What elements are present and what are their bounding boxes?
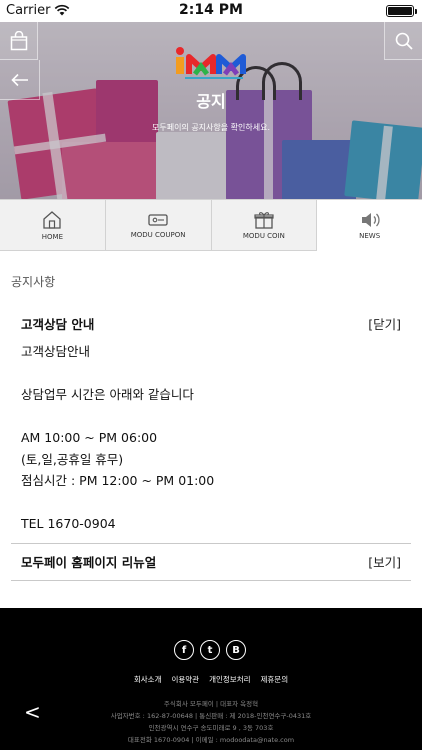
footer-link-partnership[interactable]: 제휴문의 [261, 674, 289, 685]
tab-bar: HOME MODU COUPON MODU COIN NEWS [0, 199, 422, 251]
status-time: 2:14 PM [179, 2, 243, 18]
facebook-icon[interactable]: f [174, 640, 194, 660]
notice-close-button[interactable]: [닫기] [368, 314, 401, 333]
notice-item: 모두페이 홈페이지 리뉴얼 [보기] [11, 544, 411, 581]
page-subtitle: 모두페이의 공지사항을 확인하세요. [151, 123, 271, 132]
company-info: 주식회사 모두페이 | 대표자 옥정혁 사업자번호 : 162-87-00648… [0, 698, 422, 746]
notice-line: 상담업무 시간은 아래와 같습니다 [21, 387, 194, 402]
twitter-icon[interactable]: t [200, 640, 220, 660]
footer: f t B 회사소개 이용약관 개인정보처리 제휴문의 주식회사 모두페이 | … [0, 608, 422, 750]
notice-line [21, 406, 401, 428]
tab-home[interactable]: HOME [0, 199, 106, 251]
tab-label: MODU COUPON [130, 230, 186, 239]
company-info-line: 대표전화 1670-0904 | 이메일 : modoodata@nate.co… [127, 736, 295, 744]
status-bar: Carrier 2:14 PM [0, 0, 422, 22]
top-bar [0, 22, 422, 79]
arrow-left-icon [10, 73, 28, 86]
footer-back-button[interactable]: < [24, 700, 41, 724]
footer-link-about[interactable]: 회사소개 [134, 674, 162, 685]
notice-line [21, 363, 401, 385]
search-icon [395, 32, 413, 50]
speaker-icon [361, 213, 380, 227]
page-title: 공지 [196, 92, 226, 111]
notice-line: (토,일,공휴일 휴무) [21, 451, 124, 467]
brand-logo [176, 47, 246, 79]
notice-header[interactable]: 고객상담 안내 [닫기] [11, 305, 411, 341]
search-button[interactable] [384, 22, 422, 60]
notice-line: 고객상담안내 [21, 344, 91, 359]
tab-label: NEWS [359, 232, 381, 240]
notice-view-button[interactable]: [보기] [368, 552, 401, 571]
notice-line: 점심시간 : PM 12:00 ~ PM 01:00 [21, 473, 215, 488]
notice-title: 모두페이 홈페이지 리뉴얼 [21, 555, 157, 570]
coupon-icon [148, 213, 168, 226]
home-icon [43, 210, 62, 229]
tab-modu-coin[interactable]: MODU COIN [211, 199, 318, 251]
company-info-line: 인천광역시 연수구 송도미래로 9 , 3동 703호 [148, 724, 274, 732]
battery-icon [386, 5, 417, 17]
gift-icon [254, 211, 274, 229]
footer-link-privacy[interactable]: 개인정보처리 [209, 674, 250, 685]
notice-line: AM 10:00 ~ PM 06:00 [21, 430, 158, 445]
cart-button[interactable] [0, 22, 38, 60]
notice-header[interactable]: 모두페이 홈페이지 리뉴얼 [보기] [11, 544, 411, 580]
tab-modu-coupon[interactable]: MODU COUPON [105, 199, 212, 251]
footer-links: 회사소개 이용약관 개인정보처리 제휴문의 [0, 674, 422, 685]
company-info-line: 주식회사 모두페이 | 대표자 옥정혁 [163, 700, 259, 708]
notice-body: 고객상담안내 상담업무 시간은 아래와 같습니다 AM 10:00 ~ PM 0… [11, 341, 411, 543]
footer-link-terms[interactable]: 이용약관 [171, 674, 199, 685]
blog-icon[interactable]: B [226, 640, 246, 660]
tab-label: MODU COIN [242, 231, 285, 240]
section-title: 공지사항 [11, 275, 56, 289]
notice-title: 고객상담 안내 [21, 316, 95, 332]
company-info-line: 사업자번호 : 162-87-00648 | 통신판매 : 제 2018-인천연… [110, 712, 312, 720]
notice-line [21, 492, 401, 514]
social-links: f t B [174, 640, 246, 660]
notice-line: TEL 1670-0904 [21, 516, 116, 531]
notice-list: 고객상담 안내 [닫기] 고객상담안내 상담업무 시간은 아래와 같습니다 AM… [11, 305, 411, 581]
tab-news[interactable]: NEWS [317, 199, 422, 251]
tab-label: HOME [41, 232, 63, 241]
notice-item: 고객상담 안내 [닫기] 고객상담안내 상담업무 시간은 아래와 같습니다 AM… [11, 305, 411, 544]
shopping-bag-icon [10, 30, 27, 50]
